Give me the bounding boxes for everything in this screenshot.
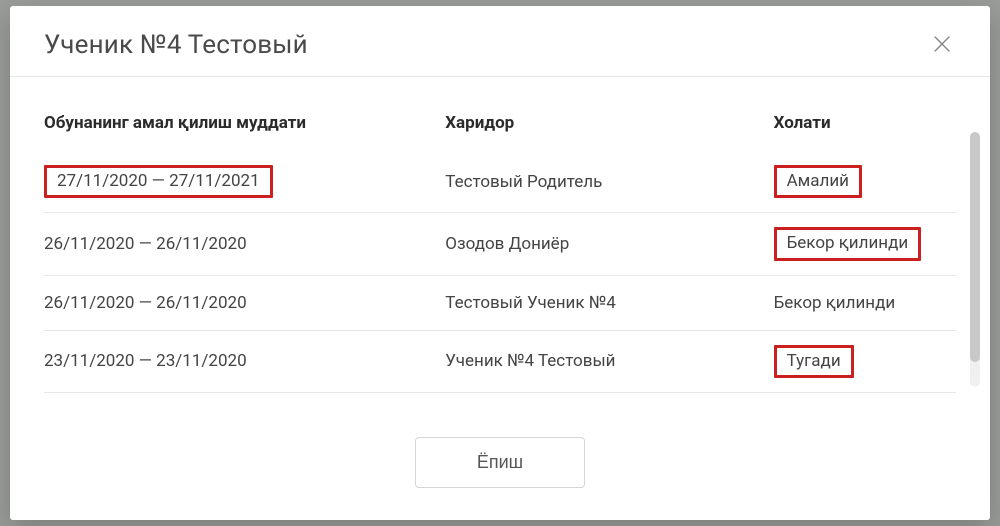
cell-buyer: Тестовый Родитель <box>445 151 773 213</box>
buyer-value: Ученик №4 Тестовый <box>445 348 615 374</box>
cell-status: Бекор қилинди <box>774 275 956 330</box>
cell-period: 23/11/2020 — 23/11/2020 <box>44 330 445 392</box>
table-row: 26/11/2020 — 26/11/2020 Озодов Дониёр Беко… <box>44 213 956 275</box>
period-value: 27/11/2020 — 27/11/2021 <box>44 165 273 198</box>
modal-header: Ученик №4 Тестовый <box>10 6 990 76</box>
cell-buyer: Ученик №4 Тестовый <box>445 330 773 392</box>
period-value: 23/11/2020 — 23/11/2020 <box>44 348 247 374</box>
cell-buyer: Тестовый Ученик №4 <box>445 275 773 330</box>
table-row: 23/11/2020 — 23/11/2020 Ученик №4 Тестовы… <box>44 330 956 392</box>
cell-period: 26/11/2020 — 26/11/2020 <box>44 275 445 330</box>
status-value: Бекор қилинди <box>774 227 922 260</box>
close-icon[interactable] <box>928 30 956 58</box>
cell-buyer: Озодов Дониёр <box>445 213 773 275</box>
close-button[interactable]: Ёпиш <box>415 437 585 488</box>
col-header-buyer: Харидор <box>445 105 773 151</box>
cell-status: Амалий <box>774 151 956 213</box>
status-value: Амалий <box>774 165 862 198</box>
period-value: 26/11/2020 — 26/11/2020 <box>44 231 247 257</box>
table-row: 26/11/2020 — 26/11/2020 Тестовый Ученик №… <box>44 275 956 330</box>
buyer-value: Тестовый Родитель <box>445 169 602 195</box>
modal-footer: Ёпиш <box>10 427 990 520</box>
cell-period: 26/11/2020 — 26/11/2020 <box>44 213 445 275</box>
period-value: 26/11/2020 — 26/11/2020 <box>44 290 247 316</box>
cell-period: 27/11/2020 — 27/11/2021 <box>44 151 445 213</box>
scrollbar-thumb[interactable] <box>970 132 980 362</box>
modal-title: Ученик №4 Тестовый <box>44 30 308 60</box>
scrollbar[interactable] <box>970 132 980 387</box>
buyer-value: Тестовый Ученик №4 <box>445 290 616 316</box>
cell-status: Бекор қилинди <box>774 213 956 275</box>
modal-body: Обунанинг амал қилиш муддати Харидор Хол… <box>10 77 990 427</box>
status-value: Бекор қилинди <box>774 290 896 316</box>
cell-status: Тугади <box>774 330 956 392</box>
buyer-value: Озодов Дониёр <box>445 231 569 257</box>
table-header-row: Обунанинг амал қилиш муддати Харидор Хол… <box>44 105 956 151</box>
table-row: 27/11/2020 — 27/11/2021 Тестовый Родитель… <box>44 151 956 213</box>
modal-dialog: Ученик №4 Тестовый Обунанинг амал қилиш … <box>10 6 990 520</box>
status-value: Тугади <box>774 345 854 378</box>
col-header-status: Холати <box>774 105 956 151</box>
col-header-period: Обунанинг амал қилиш муддати <box>44 105 445 151</box>
subscriptions-table: Обунанинг амал қилиш муддати Харидор Хол… <box>44 105 956 393</box>
